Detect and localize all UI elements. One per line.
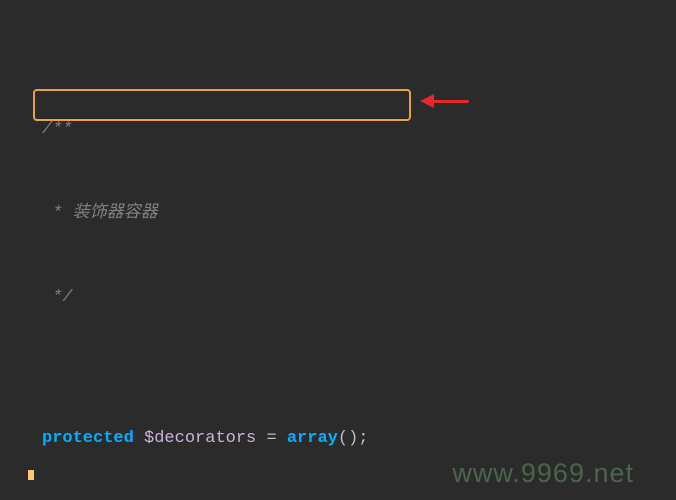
var-decorators: $decorators: [144, 429, 256, 448]
code-line-highlighted: protected $decorators = array();: [0, 425, 676, 453]
comment: * 装饰器容器: [42, 204, 158, 223]
code-line: * 装饰器容器: [0, 200, 676, 228]
comment: /**: [42, 120, 73, 139]
gutter-brace-indicator: [28, 470, 34, 480]
paren: ();: [338, 429, 369, 448]
code-line: */: [0, 284, 676, 312]
code-line: /**: [0, 116, 676, 144]
func-array: array: [287, 429, 338, 448]
op-assign: =: [256, 429, 287, 448]
keyword-protected: protected: [42, 429, 134, 448]
code-editor[interactable]: /** * 装饰器容器 */ protected $decorators = a…: [0, 0, 676, 500]
comment: */: [42, 288, 73, 307]
